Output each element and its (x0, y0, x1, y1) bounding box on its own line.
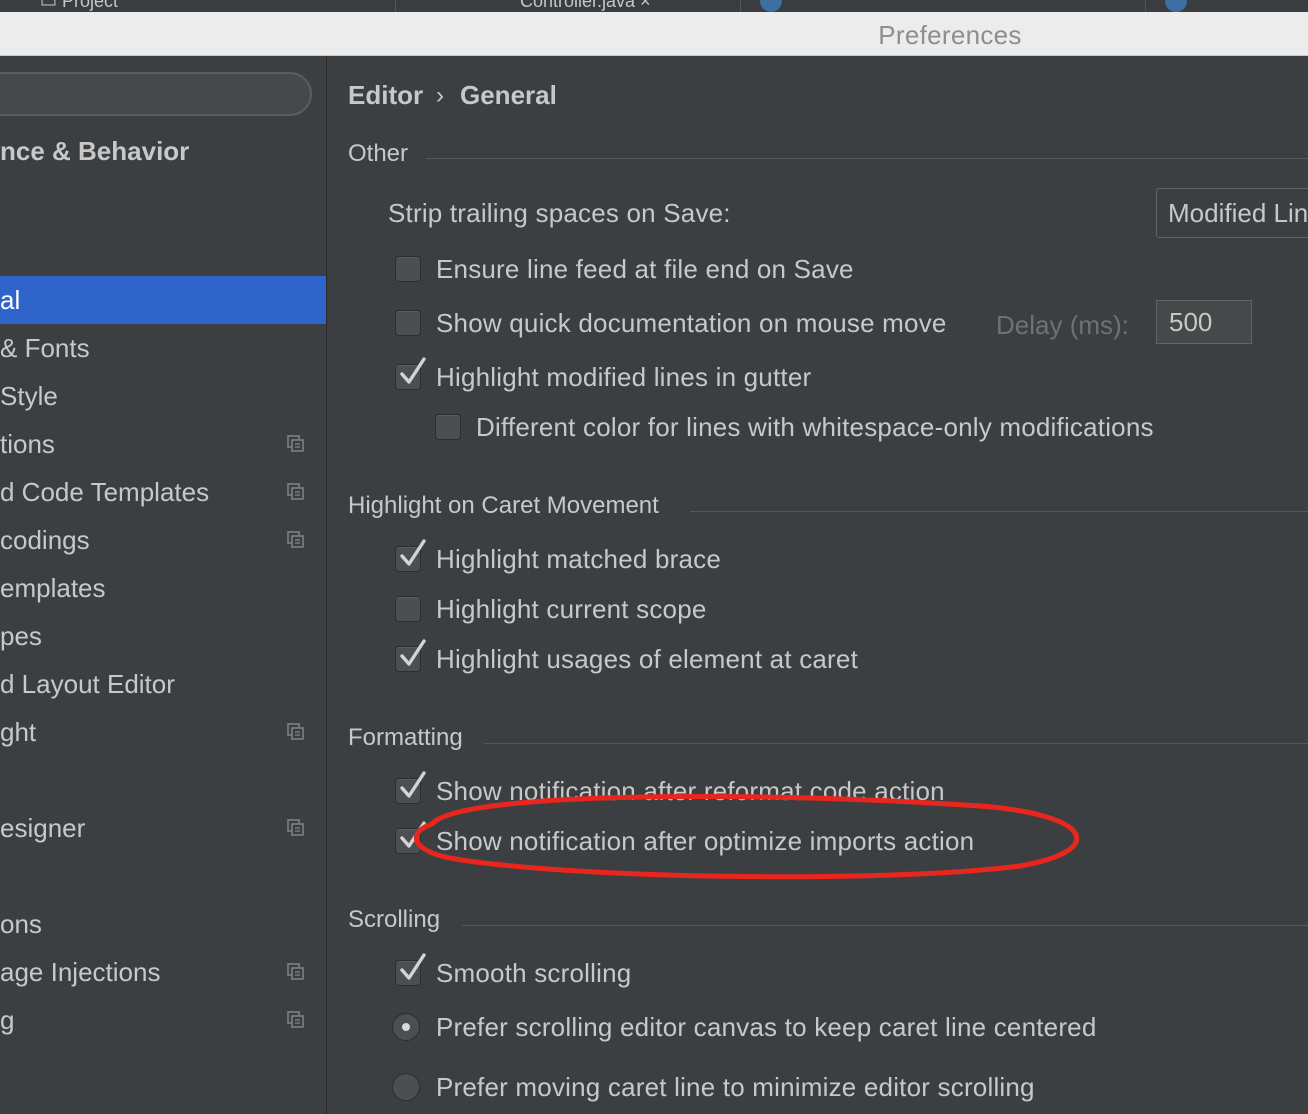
different-color-whitespace-label[interactable]: Different color for lines with whitespac… (476, 412, 1154, 443)
sidebar-item[interactable]: codings (0, 516, 326, 564)
project-level-copy-icon (287, 819, 304, 836)
prefer-moving-caret-radio[interactable] (392, 1073, 420, 1101)
sidebar-item-label: g (0, 1005, 15, 1035)
sidebar-item[interactable]: Style (0, 372, 326, 420)
sidebar-item[interactable]: emplates (0, 564, 326, 612)
section-title-other: Other (348, 140, 409, 167)
project-level-copy-icon (287, 723, 304, 740)
ensure-line-feed-checkbox[interactable] (395, 256, 421, 282)
section-title-formatting: Formatting (348, 724, 463, 751)
settings-search-input[interactable] (0, 72, 312, 116)
ide-tab-strip: ▭ Project Controller.java × (0, 0, 1308, 12)
sidebar-item-label: d Layout Editor (0, 669, 175, 699)
sidebar-item[interactable]: age Injections (0, 948, 326, 996)
section-divider (462, 925, 1308, 926)
class-icon (760, 0, 782, 12)
prefer-canvas-centered-radio[interactable] (392, 1013, 420, 1041)
checkmark-icon (400, 357, 426, 384)
section-divider (484, 743, 1308, 744)
class-icon (1165, 0, 1187, 12)
highlight-current-scope-checkbox[interactable] (395, 596, 421, 622)
sidebar-item[interactable]: al (0, 276, 326, 324)
notify-reformat-label[interactable]: Show notification after reformat code ac… (436, 776, 945, 807)
radio-selected-dot (402, 1023, 410, 1031)
settings-sidebar: nce & Behavior al & Fonts Style tions d Code… (0, 56, 327, 1114)
highlight-current-scope-label[interactable]: Highlight current scope (436, 594, 707, 625)
controller-tab-fragment[interactable]: Controller.java × (520, 0, 651, 11)
sidebar-item-label: ght (0, 717, 37, 747)
checkmark-icon (400, 953, 426, 980)
different-color-whitespace-checkbox[interactable] (435, 414, 461, 440)
sidebar-item-label: & Fonts (0, 333, 90, 363)
prefer-moving-caret-label[interactable]: Prefer moving caret line to minimize edi… (436, 1072, 1035, 1103)
sidebar-item-label: Style (0, 381, 58, 411)
sidebar-item-label: codings (0, 525, 90, 555)
section-divider (690, 511, 1308, 512)
section-divider (426, 158, 1308, 159)
sidebar-item[interactable] (0, 852, 326, 900)
section-title-caret: Highlight on Caret Movement (348, 492, 659, 519)
sidebar-item-label: ons (0, 909, 42, 939)
sidebar-item[interactable]: pes (0, 612, 326, 660)
sidebar-item[interactable]: g (0, 996, 326, 1044)
sidebar-item[interactable]: ght (0, 708, 326, 756)
sidebar-item-label: al (0, 285, 21, 315)
highlight-matched-brace-checkbox[interactable] (395, 539, 426, 572)
prefer-canvas-centered-label[interactable]: Prefer scrolling editor canvas to keep c… (436, 1012, 1097, 1043)
project-level-copy-icon (287, 435, 304, 452)
highlight-matched-brace-label[interactable]: Highlight matched brace (436, 544, 721, 575)
project-level-copy-icon (287, 531, 304, 548)
quick-documentation-label[interactable]: Show quick documentation on mouse move (436, 308, 947, 339)
tab-separator (1145, 0, 1146, 12)
project-level-copy-icon (287, 483, 304, 500)
window-titlebar: Preferences (0, 12, 1308, 56)
notify-optimize-imports-checkbox[interactable] (395, 821, 426, 854)
breadcrumb-general: General (460, 80, 557, 110)
section-title-scrolling: Scrolling (348, 906, 441, 933)
strip-trailing-dropdown[interactable]: Modified Lin (1156, 188, 1308, 238)
sidebar-item[interactable]: d Layout Editor (0, 660, 326, 708)
sidebar-item-label: d Code Templates (0, 477, 210, 507)
sidebar-item[interactable]: tions (0, 420, 326, 468)
smooth-scrolling-label[interactable]: Smooth scrolling (436, 958, 631, 989)
checkmark-icon (400, 539, 426, 566)
quick-documentation-checkbox[interactable] (395, 310, 421, 336)
delay-input[interactable]: 500 (1156, 300, 1252, 344)
delay-label: Delay (ms): (996, 310, 1129, 340)
project-level-copy-icon (287, 1011, 304, 1028)
sidebar-item[interactable]: & Fonts (0, 324, 326, 372)
highlight-modified-lines-label[interactable]: Highlight modified lines in gutter (436, 362, 811, 393)
checkmark-icon (400, 821, 426, 848)
strip-trailing-label: Strip trailing spaces on Save: (388, 198, 731, 228)
checkmark-icon (400, 639, 426, 666)
checkmark-icon (400, 771, 426, 798)
settings-content: Editor › General Other Strip trailing sp… (328, 56, 1308, 1114)
tab-separator (395, 0, 396, 12)
breadcrumb-editor: Editor (348, 80, 424, 110)
sidebar-item[interactable] (0, 756, 326, 804)
highlight-usages-checkbox[interactable] (395, 639, 426, 672)
sidebar-item-label: pes (0, 621, 42, 651)
highlight-modified-lines-checkbox[interactable] (395, 357, 426, 390)
sidebar-item[interactable]: d Code Templates (0, 468, 326, 516)
notify-optimize-imports-label[interactable]: Show notification after optimize imports… (436, 826, 974, 857)
notify-reformat-checkbox[interactable] (395, 771, 426, 804)
sidebar-item-label: esigner (0, 813, 86, 843)
tab-separator (740, 0, 741, 12)
project-level-copy-icon (287, 963, 304, 980)
ensure-line-feed-label[interactable]: Ensure line feed at file end on Save (436, 254, 854, 285)
window-title: Preferences (878, 20, 1022, 50)
sidebar-item[interactable]: esigner (0, 804, 326, 852)
sidebar-item-label: tions (0, 429, 55, 459)
sidebar-item-label: age Injections (0, 957, 161, 987)
sidebar-item-label: emplates (0, 573, 106, 603)
sidebar-section-appearance-behavior[interactable]: nce & Behavior (0, 136, 189, 167)
breadcrumb-separator: › (436, 82, 444, 109)
smooth-scrolling-checkbox[interactable] (395, 953, 426, 986)
sidebar-item[interactable]: ons (0, 900, 326, 948)
project-tab-fragment[interactable]: ▭ Project (40, 0, 118, 11)
highlight-usages-label[interactable]: Highlight usages of element at caret (436, 644, 858, 675)
